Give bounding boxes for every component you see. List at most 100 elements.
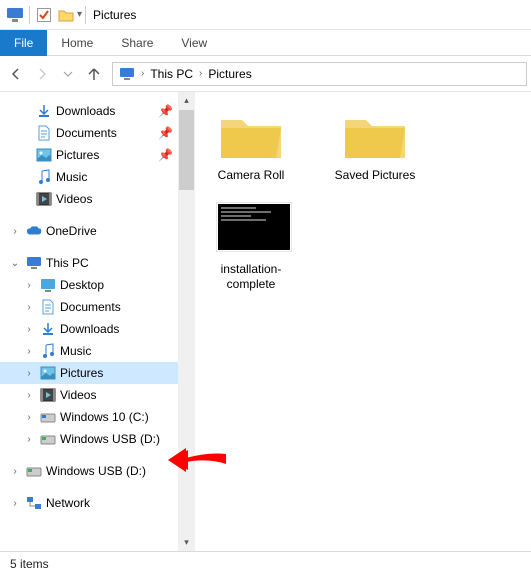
app-icon (7, 7, 23, 23)
folder-icon[interactable] (58, 7, 74, 23)
tree-label: Network (46, 496, 90, 510)
tab-share[interactable]: Share (107, 30, 167, 56)
ribbon-tabs: File Home Share View (0, 30, 531, 56)
chevron-right-icon[interactable]: › (141, 68, 144, 79)
tree-label: Music (60, 344, 91, 358)
expand-icon[interactable]: › (22, 412, 36, 423)
expand-icon[interactable]: › (8, 466, 22, 477)
pin-icon: 📌 (158, 104, 173, 118)
expand-icon[interactable]: › (22, 280, 36, 291)
pin-icon: 📌 (158, 126, 173, 140)
scroll-thumb[interactable] (179, 110, 194, 190)
window-title: Pictures (93, 8, 136, 22)
tree-winusb2[interactable]: › Windows USB (D:) (0, 460, 195, 482)
tree-label: Documents (60, 300, 121, 314)
tree-label: Windows USB (D:) (60, 432, 160, 446)
item-label: Camera Roll (218, 168, 285, 184)
network-icon (26, 495, 42, 511)
tree-pictures2[interactable]: › Pictures (0, 362, 195, 384)
tree-onedrive[interactable]: › OneDrive (0, 220, 195, 242)
pictures-icon (40, 365, 56, 381)
separator (29, 6, 30, 24)
tree-label: Videos (60, 388, 96, 402)
image-thumbnail (216, 202, 286, 258)
expand-icon[interactable]: › (22, 346, 36, 357)
pictures-icon (36, 147, 52, 163)
collapse-icon[interactable]: ⌄ (8, 258, 22, 269)
forward-button (30, 62, 54, 86)
tree-network[interactable]: › Network (0, 492, 195, 514)
desktop-icon (40, 277, 56, 293)
breadcrumb-thispc[interactable]: This PC (146, 67, 197, 81)
tree-label: Videos (56, 192, 92, 206)
item-label: Saved Pictures (335, 168, 416, 184)
expand-icon[interactable]: › (22, 324, 36, 335)
address-bar[interactable]: › This PC › Pictures (112, 62, 527, 86)
dropdown-icon[interactable]: ▾ (77, 9, 82, 20)
breadcrumb-pictures[interactable]: Pictures (204, 67, 255, 81)
tab-view[interactable]: View (167, 30, 221, 56)
tree-label: Pictures (60, 366, 103, 380)
tab-home[interactable]: Home (47, 30, 107, 56)
back-button[interactable] (4, 62, 28, 86)
tree-win10[interactable]: ›Windows 10 (C:) (0, 406, 195, 428)
tree-label: Windows USB (D:) (46, 464, 146, 478)
nav-bar: › This PC › Pictures (0, 56, 531, 92)
scroll-down-icon[interactable]: ▾ (178, 534, 195, 551)
tree-label: OneDrive (46, 224, 97, 238)
tree-label: Pictures (56, 148, 99, 162)
drive-icon (40, 409, 56, 425)
tree-downloads2[interactable]: ›Downloads (0, 318, 195, 340)
nav-tree: Downloads 📌 Documents 📌 Pictures 📌 Music Vi… (0, 92, 195, 551)
downloads-icon (40, 321, 56, 337)
onedrive-icon (26, 223, 42, 239)
recent-dropdown[interactable] (56, 62, 80, 86)
item-label: installation-complete (203, 262, 299, 293)
tree-thispc[interactable]: ⌄This PC (0, 252, 195, 274)
documents-icon (40, 299, 56, 315)
tree-music-qa[interactable]: Music (0, 166, 195, 188)
folder-item-savedpictures[interactable]: Saved Pictures (327, 108, 423, 184)
expand-icon[interactable]: › (22, 302, 36, 313)
tree-label: Downloads (56, 104, 115, 118)
tree-pictures-qa[interactable]: Pictures 📌 (0, 144, 195, 166)
folder-item-cameraroll[interactable]: Camera Roll (203, 108, 299, 184)
scroll-up-icon[interactable]: ▴ (178, 92, 195, 109)
tree-videos-qa[interactable]: Videos (0, 188, 195, 210)
tree-documents2[interactable]: › Documents (0, 296, 195, 318)
up-button[interactable] (82, 62, 106, 86)
tree-downloads[interactable]: Downloads 📌 (0, 100, 195, 122)
expand-icon[interactable]: › (22, 434, 36, 445)
folder-icon (340, 108, 410, 164)
tree-label: Music (56, 170, 87, 184)
pin-icon: 📌 (158, 148, 173, 162)
downloads-icon (36, 103, 52, 119)
videos-icon (36, 191, 52, 207)
tree-videos2[interactable]: › Videos (0, 384, 195, 406)
pc-icon (26, 255, 42, 271)
usb-drive-icon (40, 431, 56, 447)
music-icon (40, 343, 56, 359)
pc-icon (119, 66, 135, 82)
expand-icon[interactable]: › (8, 226, 22, 237)
expand-icon[interactable]: › (8, 498, 22, 509)
chevron-right-icon[interactable]: › (199, 68, 202, 79)
tree-desktop[interactable]: ›Desktop (0, 274, 195, 296)
tab-file[interactable]: File (0, 30, 47, 56)
separator (85, 6, 86, 24)
tree-label: Documents (56, 126, 117, 140)
tree-winusb[interactable]: › Windows USB (D:) (0, 428, 195, 450)
tree-scrollbar[interactable]: ▴ ▾ (178, 92, 195, 551)
tree-music2[interactable]: › Music (0, 340, 195, 362)
body: Downloads 📌 Documents 📌 Pictures 📌 Music Vi… (0, 92, 531, 551)
content-pane[interactable]: Camera Roll Saved Pictures installation-… (195, 92, 531, 551)
usb-drive-icon (26, 463, 42, 479)
file-item-installation[interactable]: installation-complete (203, 202, 299, 293)
folder-icon (216, 108, 286, 164)
expand-icon[interactable]: › (22, 390, 36, 401)
expand-icon[interactable]: › (22, 368, 36, 379)
music-icon (36, 169, 52, 185)
tree-documents[interactable]: Documents 📌 (0, 122, 195, 144)
videos-icon (40, 387, 56, 403)
check-icon[interactable] (36, 7, 52, 23)
